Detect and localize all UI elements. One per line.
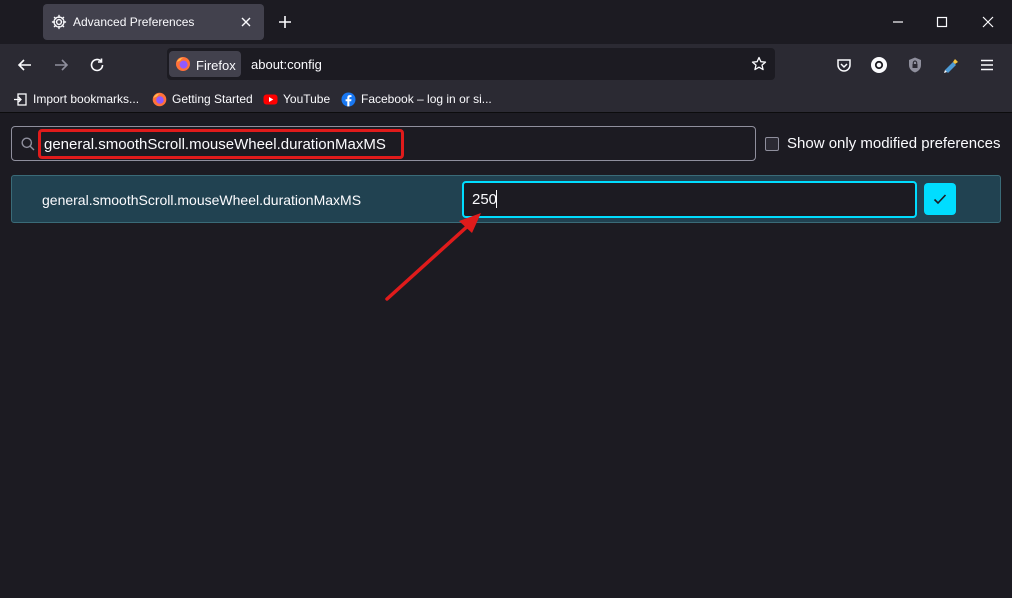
forward-arrow-icon[interactable] [52, 56, 70, 74]
extension-icon[interactable] [942, 56, 960, 74]
bookmark-label: Facebook – log in or si... [361, 92, 492, 106]
url-text[interactable]: about:config [251, 57, 322, 72]
youtube-icon [263, 92, 278, 107]
shield-icon[interactable] [906, 56, 924, 74]
identity-box[interactable]: Firefox [169, 51, 241, 77]
save-button[interactable] [924, 183, 956, 215]
close-icon[interactable] [240, 16, 252, 28]
show-modified-label: Show only modified preferences [787, 135, 1001, 152]
import-icon [13, 92, 28, 107]
minimize-icon[interactable] [890, 14, 906, 30]
about-config-page: Show only modified preferences general.s… [0, 113, 1012, 598]
search-input[interactable] [44, 133, 744, 155]
bookmark-youtube[interactable]: YouTube [263, 91, 330, 107]
bookmark-label: Import bookmarks... [33, 92, 140, 106]
reload-icon[interactable] [88, 56, 106, 74]
preference-row: general.smoothScroll.mouseWheel.duration… [11, 175, 1001, 223]
firefox-logo-icon [175, 56, 191, 72]
text-cursor [496, 190, 497, 208]
back-arrow-icon[interactable] [16, 56, 34, 74]
tab-advanced-preferences[interactable]: Advanced Preferences [43, 4, 264, 40]
hamburger-menu-icon[interactable] [978, 56, 996, 74]
gear-icon [51, 14, 67, 30]
identity-label: Firefox [196, 58, 236, 73]
pocket-icon[interactable] [835, 56, 853, 74]
bookmark-import[interactable]: Import bookmarks... [13, 91, 139, 107]
show-modified-checkbox[interactable] [765, 136, 779, 151]
search-icon [21, 137, 35, 151]
bookmark-star-icon[interactable] [751, 56, 767, 72]
bookmark-label: YouTube [283, 92, 331, 106]
firefox-icon [152, 92, 167, 107]
checkmark-icon [933, 194, 947, 205]
maximize-icon[interactable] [934, 14, 950, 30]
tab-title: Advanced Preferences [73, 15, 195, 29]
facebook-icon [341, 92, 356, 107]
show-modified-toggle[interactable]: Show only modified preferences [765, 135, 1000, 152]
preference-name: general.smoothScroll.mouseWheel.duration… [42, 192, 362, 208]
bookmark-facebook[interactable]: Facebook – log in or si... [341, 91, 492, 107]
bookmark-label: Getting Started [172, 92, 253, 106]
navigation-toolbar: Firefox about:config [0, 44, 1012, 86]
window-close-icon[interactable] [980, 14, 996, 30]
bookmarks-toolbar: Import bookmarks... Getting Started YouT… [0, 86, 1012, 113]
search-container [11, 126, 756, 161]
bookmark-getting-started[interactable]: Getting Started [152, 91, 253, 107]
tab-strip: Advanced Preferences [0, 0, 1012, 44]
account-avatar-icon[interactable] [870, 56, 888, 74]
new-tab-icon[interactable] [277, 14, 293, 30]
preference-value-input[interactable] [462, 181, 917, 218]
address-bar[interactable]: Firefox about:config [167, 48, 775, 80]
